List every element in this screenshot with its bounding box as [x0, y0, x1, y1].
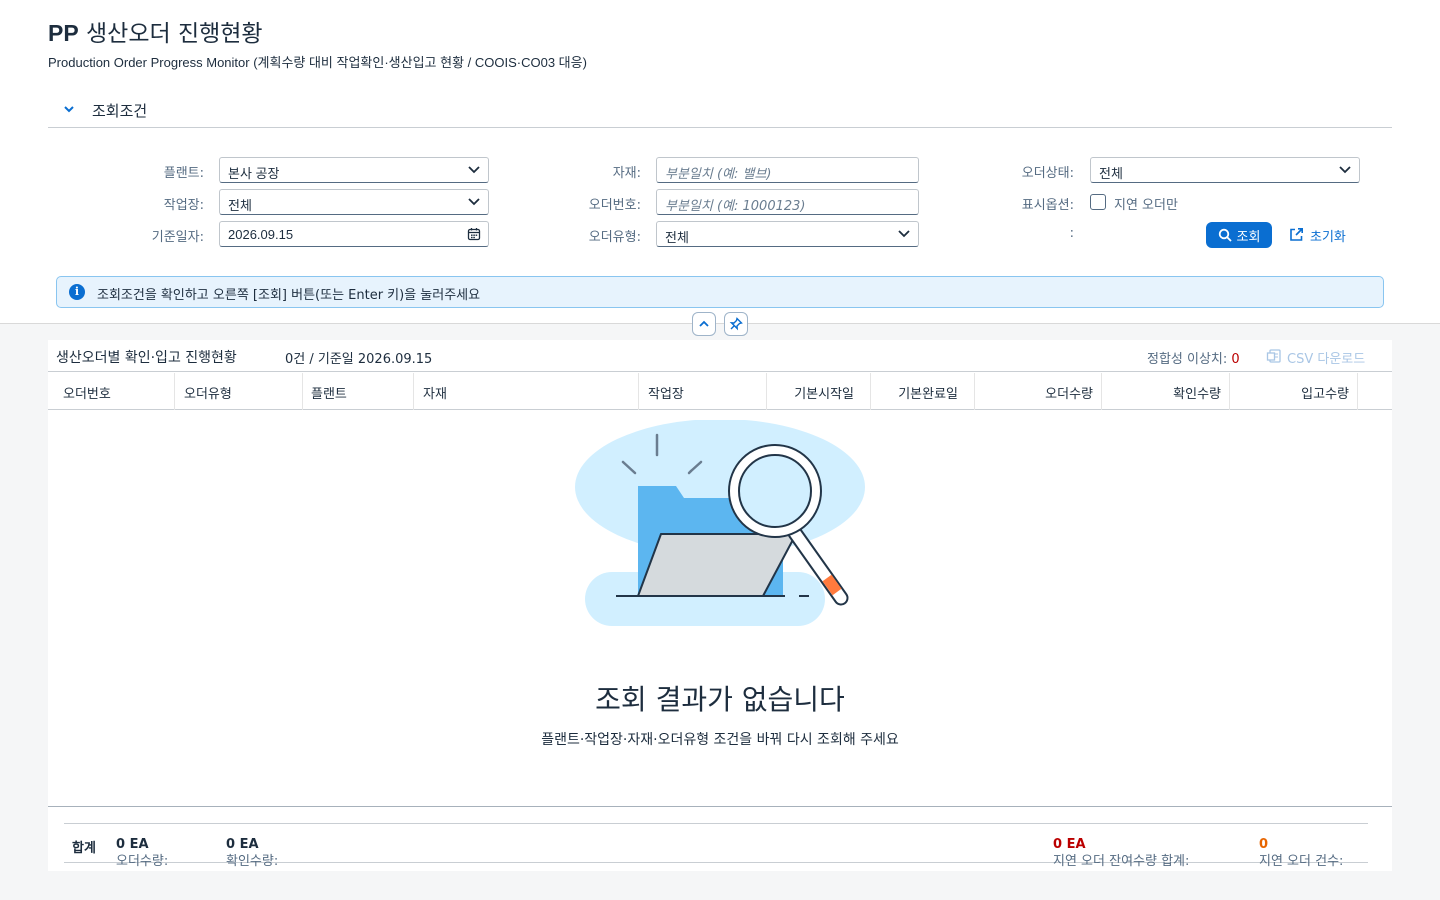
- delayed-only-checkbox[interactable]: [1090, 194, 1106, 210]
- chevron-up-icon: [699, 320, 709, 327]
- action-label: :: [1069, 226, 1074, 241]
- column-plant[interactable]: 플랜트: [303, 373, 414, 410]
- delayed-only-label[interactable]: 지연 오더만: [1114, 194, 1178, 213]
- material-label: 자재:: [612, 166, 641, 181]
- order-number-placeholder: 부분일치 (예: 1000123): [665, 199, 806, 214]
- search-button-label: 조회: [1236, 229, 1261, 245]
- confirm-qty-total-label: 확인수량:: [226, 854, 279, 869]
- pin-icon: [729, 317, 743, 331]
- title-prefix: PP: [48, 20, 79, 46]
- reset-button-label: 초기화: [1310, 229, 1346, 245]
- material-input[interactable]: 부분일치 (예: 밸브): [656, 157, 919, 183]
- order-type-label: 오더유형:: [588, 230, 641, 245]
- totals-footer: 합계 오더수량: 0 EA 확인수량: 0 EA 지연 오더 잔여수량 합계: …: [64, 823, 1368, 869]
- order-status-value: 전체: [1099, 166, 1123, 181]
- date-value: 2026.09.15: [228, 227, 294, 242]
- spreadsheet-icon: [1266, 349, 1281, 363]
- column-material[interactable]: 자재: [414, 373, 639, 410]
- results-panel: 생산오더별 확인·입고 진행현황 0건 / 기준일 2026.09.15 정합성…: [48, 340, 1392, 871]
- workcenter-value: 전체: [228, 198, 252, 213]
- delay-remaining-total: 지연 오더 잔여수량 합계: 0 EA: [1053, 837, 1189, 869]
- title-text: 생산오더 진행현황: [86, 21, 263, 47]
- filter-area: PP 생산오더 진행현황 Production Order Progress M…: [0, 0, 1440, 324]
- order-type-select[interactable]: 전체: [656, 221, 919, 247]
- search-icon: [1218, 228, 1232, 242]
- order-qty-total: 오더수량: 0 EA: [116, 837, 168, 869]
- total-label-text: 합계: [72, 841, 96, 856]
- mismatch-value: 0: [1231, 352, 1240, 367]
- column-order-type[interactable]: 오더유형: [175, 373, 303, 410]
- empty-state-title: 조회 결과가 없습니다: [595, 683, 845, 716]
- pin-header-button[interactable]: [724, 312, 748, 336]
- table-toolbar: 생산오더별 확인·입고 진행현황 0건 / 기준일 2026.09.15 정합성…: [48, 340, 1392, 372]
- column-basic-start[interactable]: 기본시작일: [767, 373, 871, 410]
- delay-count-label: 지연 오더 건수:: [1259, 854, 1344, 869]
- material-placeholder: 부분일치 (예: 밸브): [665, 167, 772, 182]
- total-label: 합계: [72, 837, 96, 856]
- empty-state-subtitle: 플랜트·작업장·자재·오더유형 조건을 바꿔 다시 조회해 주세요: [541, 732, 899, 748]
- column-order-number[interactable]: 오더번호: [48, 373, 175, 410]
- order-type-value: 전체: [665, 230, 689, 245]
- csv-download-button[interactable]: CSV 다운로드: [1266, 348, 1365, 367]
- calendar-icon[interactable]: [467, 227, 481, 241]
- delay-count-total: 지연 오더 건수: 0: [1259, 837, 1343, 869]
- date-label: 기준일자:: [151, 230, 204, 245]
- table-bottom-divider: [48, 806, 1392, 807]
- workcenter-select[interactable]: 전체: [219, 189, 489, 215]
- order-qty-total-label: 오더수량:: [116, 854, 169, 869]
- order-number-label: 오더번호:: [588, 198, 641, 213]
- filter-section-label: 조회조건: [92, 102, 148, 120]
- search-button[interactable]: 조회: [1206, 222, 1272, 248]
- page-title: PP 생산오더 진행현황: [48, 14, 263, 48]
- reset-icon: [1290, 228, 1303, 241]
- order-status-label: 오더상태:: [1021, 166, 1074, 181]
- chevron-down-icon[interactable]: [62, 102, 76, 116]
- info-message-text: 조회조건을 확인하고 오른쪽 [조회] 버튼(또는 Enter 키)을 눌러주세…: [97, 288, 481, 303]
- filter-section-header[interactable]: 조회조건: [48, 96, 1392, 128]
- date-input[interactable]: 2026.09.15: [219, 221, 489, 247]
- display-option-label: 표시옵션:: [1021, 198, 1074, 213]
- order-status-select[interactable]: 전체: [1090, 157, 1360, 183]
- no-data-illustration: [575, 420, 865, 626]
- chevron-down-icon: [468, 166, 480, 174]
- table-count: 0건 / 기준일 2026.09.15: [285, 352, 433, 367]
- csv-download-label: CSV 다운로드: [1287, 352, 1366, 367]
- info-icon: i: [69, 284, 85, 300]
- confirm-qty-total: 확인수량: 0 EA: [226, 837, 278, 869]
- column-basic-finish[interactable]: 기본완료일: [871, 373, 975, 410]
- page-subtitle: Production Order Progress Monitor (계획수량 …: [48, 55, 587, 70]
- column-receipt-qty[interactable]: 입고수량: [1230, 373, 1358, 410]
- chevron-down-icon: [468, 198, 480, 206]
- plant-value: 본사 공장: [228, 166, 280, 181]
- plant-select[interactable]: 본사 공장: [219, 157, 489, 183]
- collapse-header-button[interactable]: [692, 312, 716, 336]
- chevron-down-icon: [898, 230, 910, 238]
- delay-remaining-label: 지연 오더 잔여수량 합계:: [1053, 854, 1190, 869]
- info-message-strip: i 조회조건을 확인하고 오른쪽 [조회] 버튼(또는 Enter 키)을 눌러…: [56, 276, 1384, 308]
- mismatch-indicator: 정합성 이상치: 0: [1147, 348, 1240, 367]
- reset-button[interactable]: 초기화: [1288, 222, 1346, 248]
- table-header: 오더번호 오더유형 플랜트 자재 작업장 기본시작일 기본완료일 오더수량 확인…: [48, 373, 1392, 410]
- column-order-qty[interactable]: 오더수량: [975, 373, 1102, 410]
- order-number-input[interactable]: 부분일치 (예: 1000123): [656, 189, 919, 215]
- workcenter-label: 작업장:: [163, 198, 204, 213]
- chevron-down-icon: [1339, 166, 1351, 174]
- plant-label: 플랜트:: [163, 166, 204, 181]
- column-workcenter[interactable]: 작업장: [639, 373, 767, 410]
- column-confirm-qty[interactable]: 확인수량: [1102, 373, 1230, 410]
- table-title: 생산오더별 확인·입고 진행현황: [56, 350, 237, 366]
- mismatch-label: 정합성 이상치:: [1147, 352, 1228, 367]
